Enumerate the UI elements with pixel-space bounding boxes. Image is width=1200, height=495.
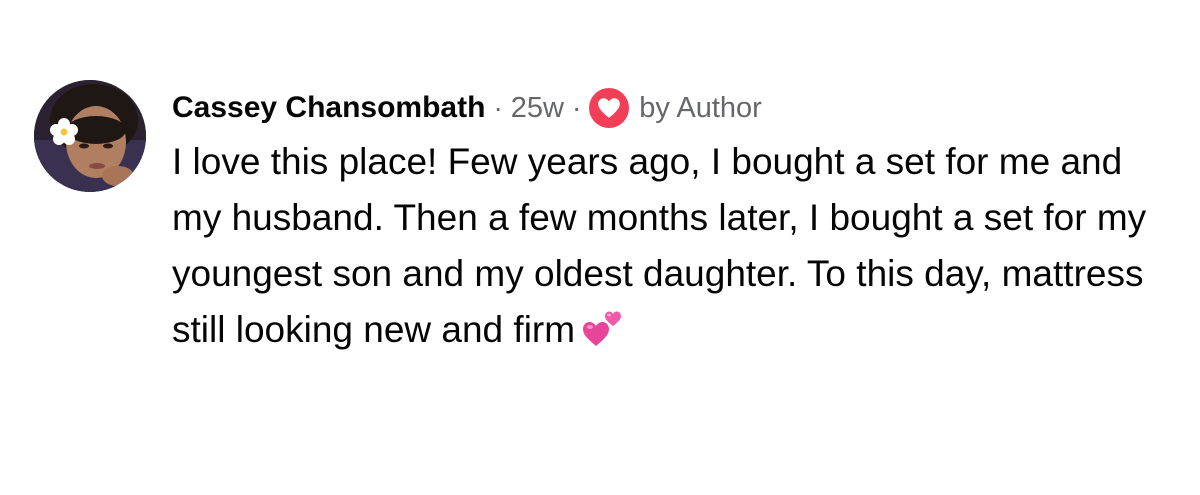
reacted-by-label: by Author (639, 91, 762, 124)
comment: Cassey Chansombath · 25w · by Author I l… (34, 80, 1174, 358)
separator: · (571, 92, 582, 123)
author-name[interactable]: Cassey Chansombath (172, 91, 485, 125)
comment-text-content: I love this place! Few years ago, I boug… (172, 141, 1147, 350)
comment-text: I love this place! Few years ago, I boug… (172, 134, 1172, 358)
comment-body: Cassey Chansombath · 25w · by Author I l… (172, 80, 1172, 358)
timestamp[interactable]: 25w (511, 92, 564, 125)
avatar-photo (34, 80, 146, 192)
heart-icon (589, 88, 630, 128)
separator: · (493, 92, 503, 123)
two-hearts-icon (581, 306, 625, 350)
comment-meta: Cassey Chansombath · 25w · by Author (172, 80, 1172, 136)
avatar[interactable] (34, 80, 146, 192)
